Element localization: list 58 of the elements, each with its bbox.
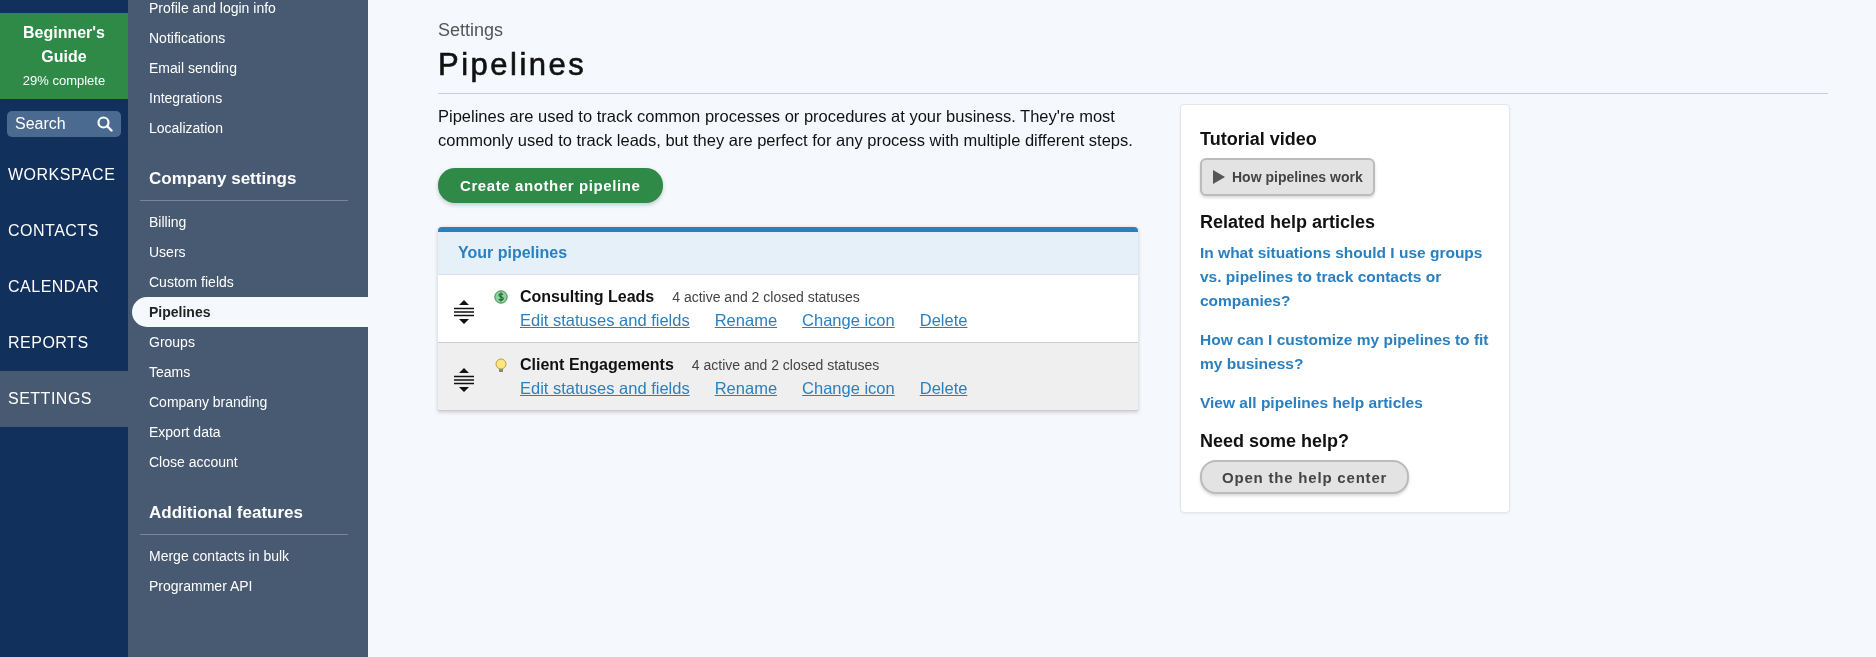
settings-nav-item[interactable]: Close account (140, 447, 368, 477)
help-center-button[interactable]: Open the help center (1200, 460, 1410, 494)
section-heading: Need some help? (1200, 431, 1351, 452)
status-summary: 4 active and 2 closed statuses (672, 289, 860, 305)
section-heading: Additional features (140, 491, 348, 535)
action-link[interactable]: Edit statuses and fields (520, 379, 690, 398)
page-title: Pipelines (438, 47, 588, 83)
settings-nav-item[interactable]: Profile and login info (140, 0, 368, 23)
drag-handle-icon (454, 300, 474, 324)
settings-nav-item[interactable]: Users (140, 237, 368, 267)
help-article-link[interactable]: View all pipelines help articles (1200, 391, 1490, 415)
pipeline-name: Client Engagements (520, 356, 674, 374)
pipeline-name: Consulting Leads (520, 288, 655, 306)
action-link[interactable]: Rename (714, 311, 778, 330)
light-bulb-icon (494, 358, 508, 373)
settings-nav-item[interactable]: Billing (140, 207, 368, 237)
action-link[interactable]: Edit statuses and fields (520, 311, 690, 330)
help-article-link[interactable]: How can I customize my pipelines to fit my business? (1200, 328, 1490, 376)
settings-nav-item[interactable]: Pipelines (132, 297, 368, 327)
settings-nav-item[interactable]: Integrations (140, 83, 368, 113)
settings-nav-item[interactable]: Export data (140, 417, 368, 447)
guide-title: Beginner's Guide (21, 23, 106, 67)
guide-subtitle: 29% complete (21, 73, 107, 88)
search-field[interactable]: Search (7, 111, 121, 137)
settings-nav-item[interactable]: Localization (140, 113, 368, 143)
section-heading: Related help articles (1200, 212, 1377, 233)
nav-item[interactable]: CONTACTS (0, 203, 128, 259)
breadcrumb: Settings (438, 20, 505, 41)
section-heading: Tutorial video (1200, 129, 1318, 150)
settings-nav-item[interactable]: Programmer API (140, 571, 368, 601)
action-link[interactable]: Rename (714, 379, 778, 398)
play-icon (1212, 169, 1226, 185)
settings-nav-item[interactable]: Merge contacts in bulk (140, 541, 368, 571)
tutorial-video-button[interactable]: How pipelines work (1200, 158, 1375, 196)
action-link[interactable]: Delete (919, 379, 968, 398)
settings-nav-item[interactable]: Teams (140, 357, 368, 387)
nav-item[interactable]: WORKSPACE (0, 147, 128, 203)
action-link[interactable]: Change icon (802, 379, 895, 398)
action-link[interactable]: Delete (919, 311, 968, 330)
beginners-guide-card[interactable]: Beginner's Guide 29% complete (0, 13, 128, 99)
drag-handle-icon (454, 368, 474, 392)
description-text: Pipelines are used to track common processes or procedures at your business. They're most commonly used to track leads, but they are perfect for any process with multiple different steps. (438, 106, 1134, 151)
help-article-link[interactable]: In what situations should I use groups vs. pipelines to track contacts or companies? (1200, 241, 1490, 313)
section-heading: Company settings (140, 157, 348, 201)
nav-item[interactable]: REPORTS (0, 315, 128, 371)
settings-nav-item[interactable]: Custom fields (140, 267, 368, 297)
action-link[interactable]: Change icon (802, 311, 895, 330)
settings-nav-item[interactable]: Company branding (140, 387, 368, 417)
settings-nav-item[interactable]: Groups (140, 327, 368, 357)
nav-item[interactable]: CALENDAR (0, 259, 128, 315)
settings-nav-item[interactable]: Email sending (140, 53, 368, 83)
settings-nav-item[interactable]: Notifications (140, 23, 368, 53)
create-pipeline-button[interactable]: Create another pipeline (438, 168, 663, 203)
card-heading: Your pipelines (438, 232, 1138, 275)
nav-item[interactable]: SETTINGS (0, 371, 128, 427)
dollar-coin-icon (494, 290, 508, 304)
status-summary: 4 active and 2 closed statuses (691, 357, 880, 373)
search-icon (97, 116, 113, 132)
